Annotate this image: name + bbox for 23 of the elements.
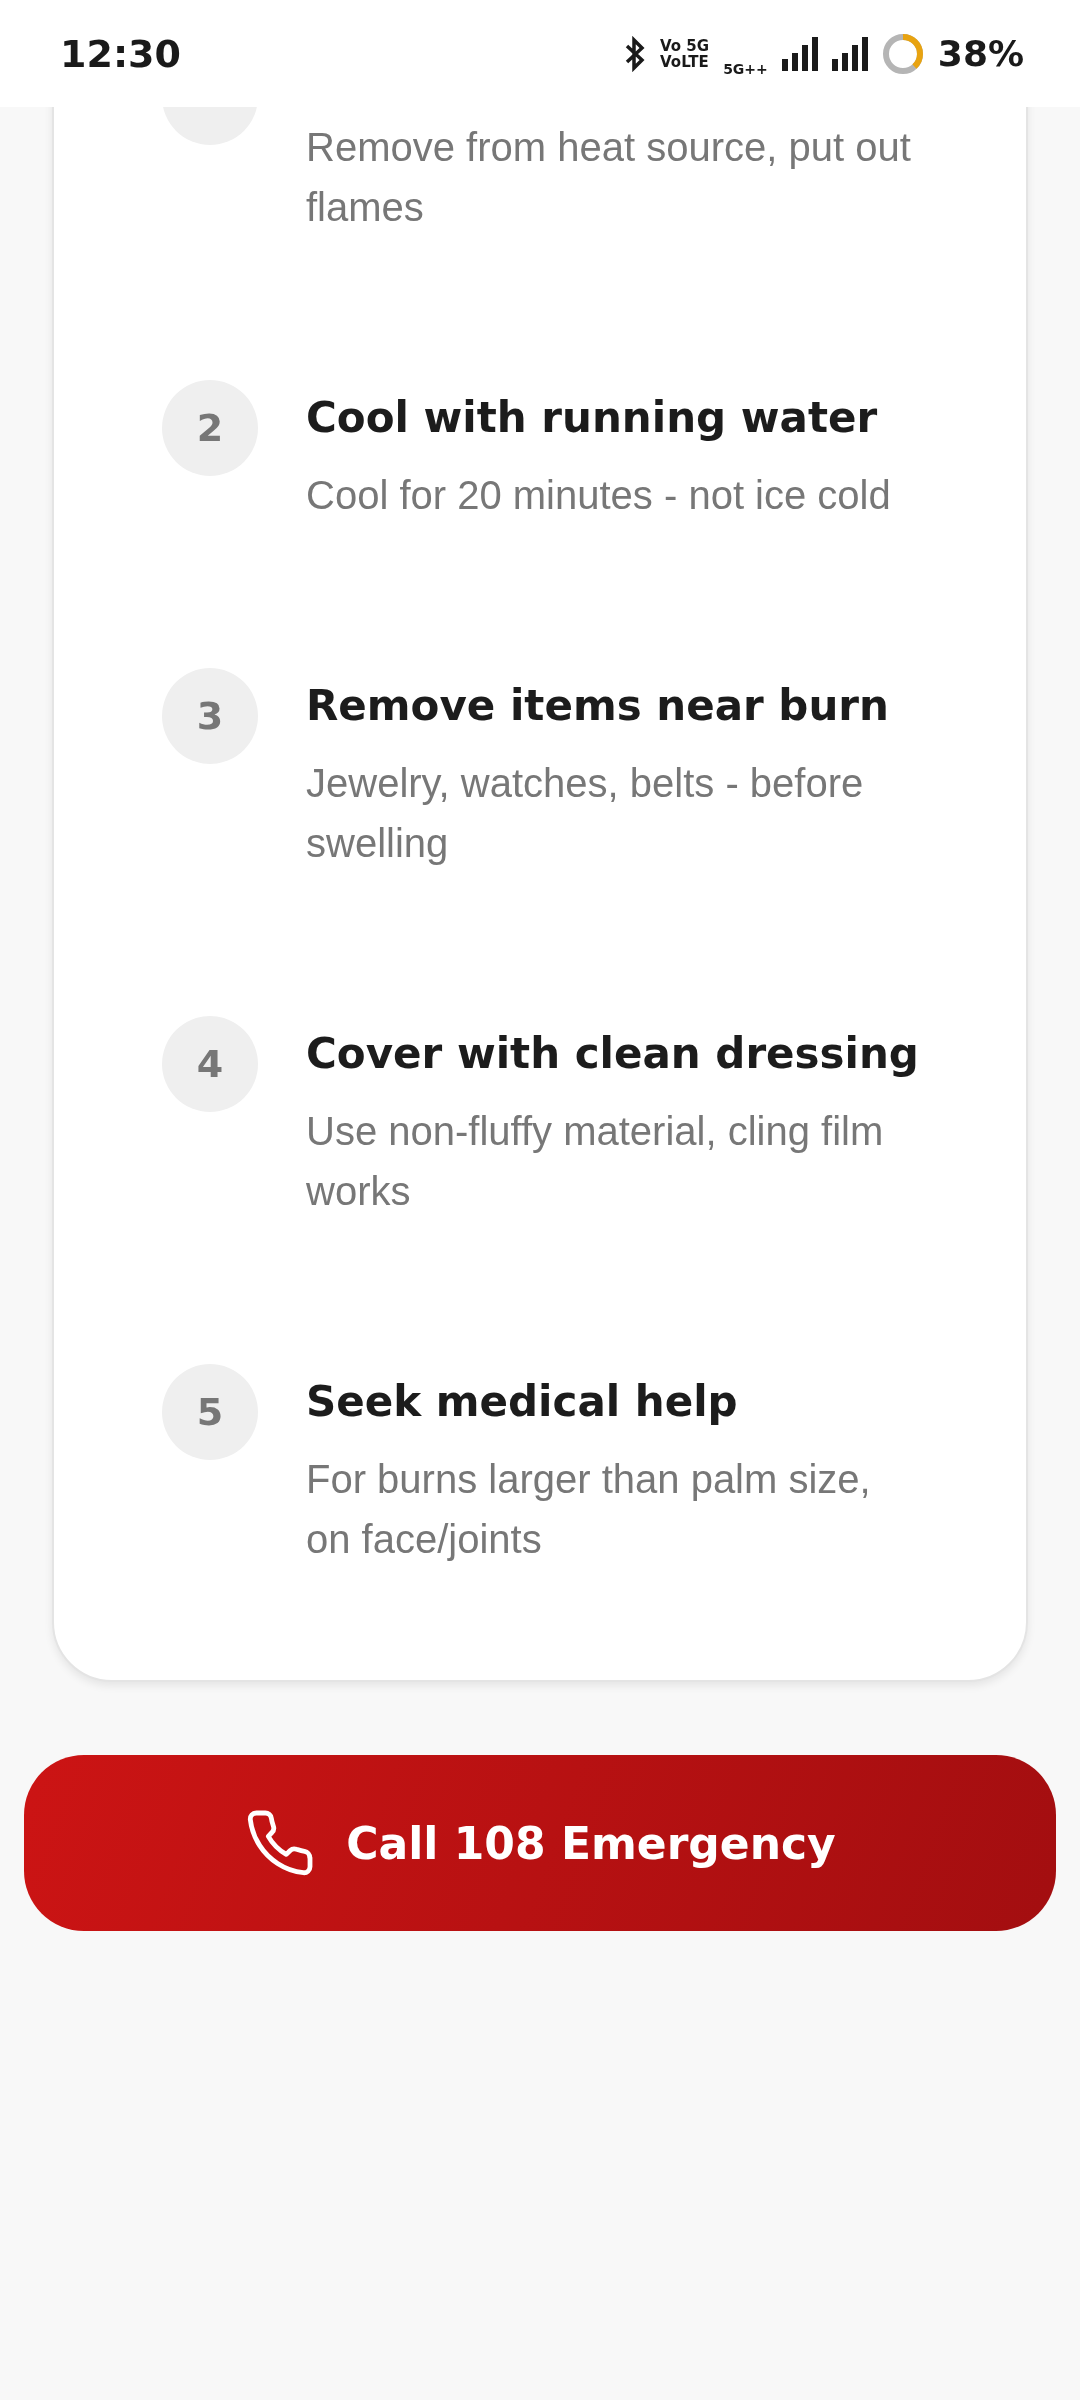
step-title: Seek medical help	[306, 1376, 739, 1428]
step-title: Cover with clean dressing	[306, 1028, 919, 1080]
step-description: Cool for 20 minutes - not ice cold	[306, 472, 892, 519]
step-number: 4	[162, 1016, 258, 1112]
sim-label: VoLTE	[660, 53, 710, 70]
call-emergency-button[interactable]: Call 108 Emergency	[24, 1755, 1056, 1931]
bluetooth-icon	[624, 35, 647, 72]
step-title: Cool with running water	[306, 392, 879, 444]
step-number: 2	[162, 380, 258, 476]
step-description: For burns larger than palm size, on face/joints	[306, 1456, 872, 1563]
battery-icon	[881, 32, 924, 75]
signal-icon	[781, 36, 818, 71]
step-number: 3	[162, 668, 258, 764]
step-number: 5	[162, 1364, 258, 1460]
network-label: 5G++	[723, 60, 768, 77]
sim-label: Vo 5G	[660, 37, 710, 54]
step-description: Use non-fluffy material, cling film works	[306, 1108, 885, 1215]
step-title: Remove items near burn	[306, 680, 890, 732]
signal-icon	[831, 36, 868, 71]
step-description: Remove from heat source, put out flames	[306, 124, 912, 231]
status-time: 12:30	[60, 31, 181, 76]
step-description: Jewelry, watches, belts - before swelling	[306, 760, 865, 867]
battery-percent: 38%	[937, 33, 1024, 74]
